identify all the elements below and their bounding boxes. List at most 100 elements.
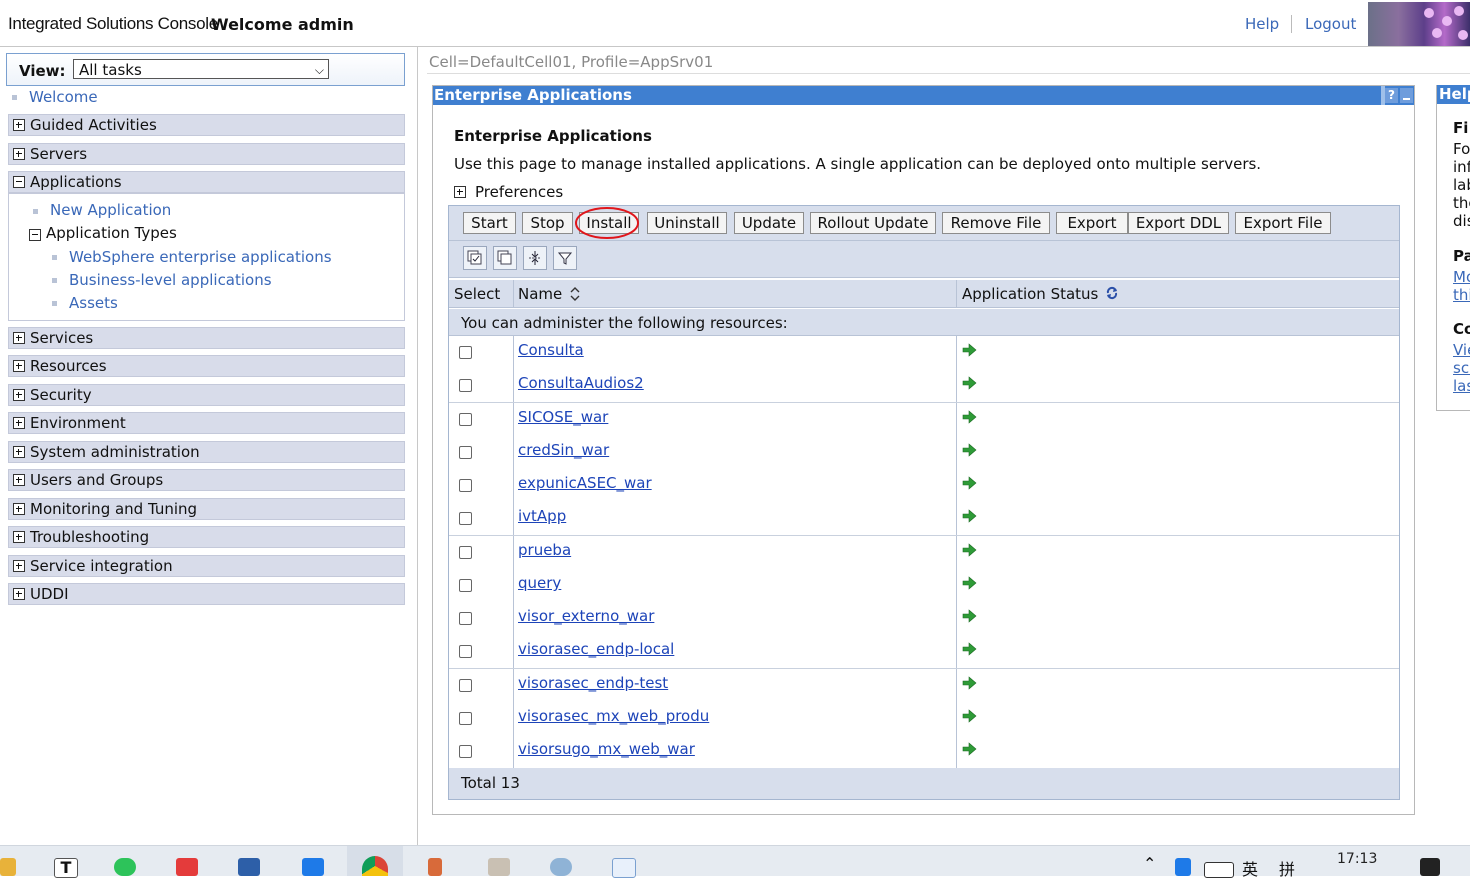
nav-category-resources[interactable]: Resources	[8, 355, 405, 377]
divider	[956, 735, 957, 768]
java-icon[interactable]	[488, 858, 510, 876]
row-select-checkbox[interactable]	[459, 612, 472, 625]
tray-app-icon[interactable]	[1175, 858, 1191, 876]
chrome-icon[interactable]	[362, 856, 388, 876]
application-link[interactable]: visorsugo_mx_web_war	[518, 740, 695, 758]
nav-welcome[interactable]: Welcome	[29, 88, 98, 106]
nav-category-users-and-groups[interactable]: Users and Groups	[8, 469, 405, 491]
nav-category-environment[interactable]: Environment	[8, 412, 405, 434]
row-select-checkbox[interactable]	[459, 379, 472, 392]
nav-category-system-administration[interactable]: System administration	[8, 441, 405, 463]
row-select-checkbox[interactable]	[459, 346, 472, 359]
chevron-up-icon[interactable]: ⌃	[1143, 854, 1156, 873]
row-select-checkbox[interactable]	[459, 546, 472, 559]
nav-assets[interactable]: Assets	[69, 294, 118, 312]
nav-category-services[interactable]: Services	[8, 327, 405, 349]
start-button[interactable]: Start	[463, 212, 516, 234]
ime-mode[interactable]: 拼	[1279, 856, 1295, 880]
row-select-checkbox[interactable]	[459, 645, 472, 658]
nav-category-servers[interactable]: Servers	[8, 143, 405, 165]
status-started-arrow-icon	[962, 609, 977, 623]
nav-category-label: Guided Activities	[30, 116, 157, 134]
app-icon[interactable]	[428, 858, 442, 876]
application-link[interactable]: ivtApp	[518, 507, 566, 525]
application-link[interactable]: expunicASEC_war	[518, 474, 652, 492]
nav-category-label: Servers	[30, 145, 88, 163]
expand-icon	[13, 417, 25, 429]
nav-category-service-integration[interactable]: Service integration	[8, 555, 405, 577]
update-button[interactable]: Update	[734, 212, 804, 234]
nav-business-level-apps[interactable]: Business-level applications	[69, 271, 272, 289]
preferences-toggle[interactable]: Preferences	[475, 183, 563, 201]
help-link[interactable]: las	[1453, 377, 1470, 395]
application-link[interactable]: prueba	[518, 541, 571, 559]
nav-category-guided-activities[interactable]: Guided Activities	[8, 114, 405, 136]
application-link[interactable]: ConsultaAudios2	[518, 374, 644, 392]
nav-category-monitoring-and-tuning[interactable]: Monitoring and Tuning	[8, 498, 405, 520]
help-link[interactable]: Vie	[1453, 341, 1470, 359]
application-link[interactable]: visor_externo_war	[518, 607, 654, 625]
app-icon[interactable]	[302, 858, 324, 876]
collapse-rows-icon[interactable]	[523, 246, 547, 270]
row-select-checkbox[interactable]	[459, 679, 472, 692]
minimize-icon[interactable]	[1400, 88, 1413, 103]
nav-new-application[interactable]: New Application	[50, 201, 171, 219]
nav-category-uddi[interactable]: UDDI	[8, 583, 405, 605]
application-link[interactable]: visorasec_endp-local	[518, 640, 674, 658]
select-all-icon[interactable]	[463, 246, 487, 270]
nav-category-applications[interactable]: Applications	[8, 171, 405, 193]
application-link[interactable]: credSin_war	[518, 441, 609, 459]
help-link[interactable]: thi	[1453, 286, 1470, 304]
logout-link[interactable]: Logout	[1305, 15, 1356, 33]
filter-icon[interactable]	[553, 246, 577, 270]
row-select-checkbox[interactable]	[459, 479, 472, 492]
export-ddl-button[interactable]: Export DDL	[1128, 212, 1229, 234]
uninstall-button[interactable]: Uninstall	[647, 212, 727, 234]
row-select-checkbox[interactable]	[459, 512, 472, 525]
expand-icon	[13, 148, 25, 160]
notification-icon[interactable]	[1420, 858, 1440, 876]
music-app-icon[interactable]	[176, 858, 198, 876]
application-link[interactable]: SICOSE_war	[518, 408, 608, 426]
remove-file-button[interactable]: Remove File	[942, 212, 1050, 234]
help-link[interactable]: Help	[1245, 15, 1279, 33]
table-row: ConsultaAudios2	[449, 369, 1399, 403]
help-link[interactable]: Mo	[1453, 268, 1470, 286]
column-name[interactable]: Name	[518, 285, 562, 303]
nav-websphere-enterprise-apps[interactable]: WebSphere enterprise applications	[69, 248, 332, 266]
application-link[interactable]: query	[518, 574, 561, 592]
remote-desktop-icon[interactable]	[238, 858, 260, 876]
text-editor-icon[interactable]: T	[54, 858, 78, 878]
nav-category-troubleshooting[interactable]: Troubleshooting	[8, 526, 405, 548]
row-select-checkbox[interactable]	[459, 413, 472, 426]
wechat-icon[interactable]	[114, 858, 136, 876]
divider	[956, 469, 957, 502]
folder-icon[interactable]	[0, 858, 16, 876]
portlet-help-button[interactable]: ?	[1385, 88, 1398, 103]
app-icon[interactable]	[612, 858, 636, 878]
expand-icon[interactable]	[454, 186, 466, 198]
stop-button[interactable]: Stop	[522, 212, 573, 234]
ime-language[interactable]: 英	[1242, 856, 1258, 880]
deselect-all-icon[interactable]	[493, 246, 517, 270]
export-file-button[interactable]: Export File	[1235, 212, 1331, 234]
row-select-checkbox[interactable]	[459, 579, 472, 592]
sort-icon[interactable]	[570, 287, 580, 301]
nav-category-security[interactable]: Security	[8, 384, 405, 406]
refresh-icon[interactable]	[1105, 286, 1119, 300]
application-link[interactable]: visorasec_mx_web_produ	[518, 707, 709, 725]
keyboard-icon[interactable]	[1204, 862, 1234, 878]
divider	[513, 280, 514, 307]
help-link[interactable]: scr	[1453, 359, 1470, 377]
row-select-checkbox[interactable]	[459, 712, 472, 725]
view-select[interactable]: All tasks ⌵	[73, 59, 329, 79]
clock[interactable]: 17:13	[1337, 851, 1377, 867]
row-select-checkbox[interactable]	[459, 745, 472, 758]
row-select-checkbox[interactable]	[459, 446, 472, 459]
export-button[interactable]: Export	[1056, 212, 1128, 234]
application-link[interactable]: Consulta	[518, 341, 584, 359]
collapse-icon[interactable]	[29, 229, 41, 241]
application-link[interactable]: visorasec_endp-test	[518, 674, 668, 692]
app-icon[interactable]	[550, 858, 572, 876]
rollout-update-button[interactable]: Rollout Update	[810, 212, 936, 234]
